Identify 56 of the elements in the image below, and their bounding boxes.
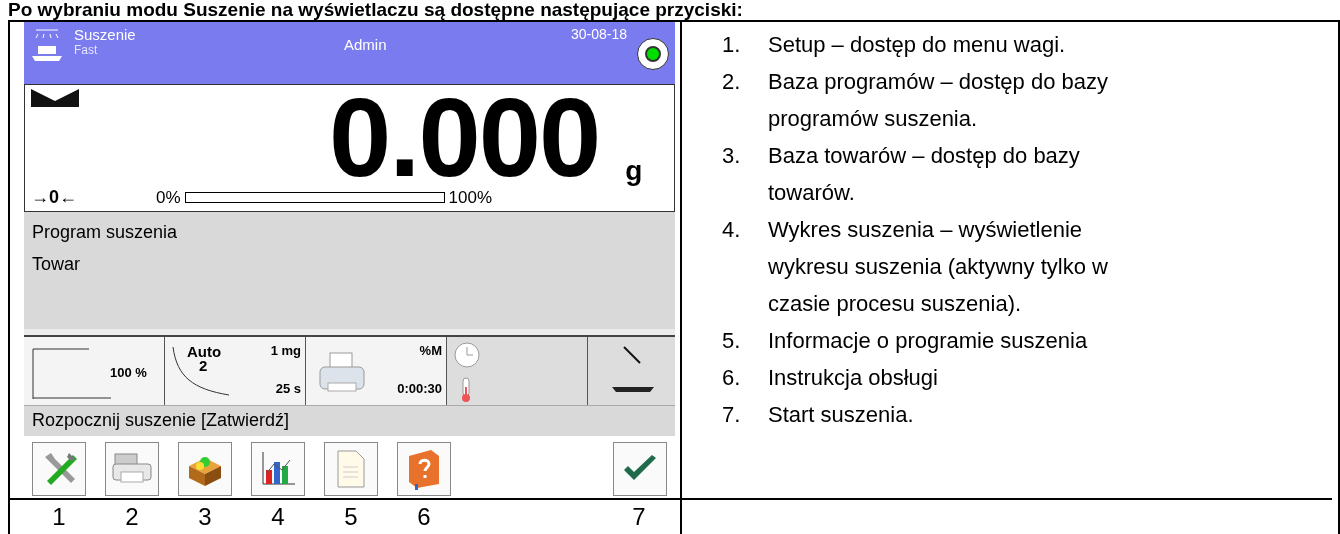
list-number: 5. [722,327,742,355]
list-number: 7. [722,401,742,429]
info-line: Program suszenia [32,221,179,245]
document-icon [336,449,366,489]
list-text: Baza programów – dostęp do bazy programów suszenia. [768,68,1109,133]
drying-balance-icon [30,26,64,64]
result-unit: %M [419,342,442,358]
list-number: 3. [722,142,742,170]
thermometer-icon [460,376,472,403]
mode-name: Suszenie [74,26,137,43]
list-text: Baza towarów – dostęp do bazy towarów. [768,142,1081,207]
date: 30-08-18 [570,26,627,42]
manual-button[interactable] [397,442,451,496]
setup-button[interactable] [32,442,86,496]
profile-name: Fast [74,43,99,57]
info-line: Towar [32,253,81,277]
list-number: 2. [722,68,742,96]
list-text: Setup – dostęp do menu wagi. [768,31,1066,59]
weight-unit: g [625,155,643,188]
list-text: Start suszenia. [768,401,914,429]
list-text: Informacje o programie suszenia [768,327,1088,355]
button-number: 5 [343,502,359,532]
start-button[interactable] [613,442,667,496]
user-name: Admin [344,36,388,53]
elapsed-time: 0:00:30 [397,380,442,396]
drying-curve-icon [171,344,231,397]
button-number: 2 [124,502,140,532]
mode-precision: 1 mg [270,342,301,358]
list-number: 1. [722,31,742,59]
status-indicator-icon [637,38,669,70]
list-text: Wykres suszenia – wyświetlenie wykresu suszenia (aktywny tylko w czasie procesu suszenia). [768,216,1109,318]
info-button[interactable] [324,442,378,496]
products-button[interactable] [178,442,232,496]
chart-button[interactable] [251,442,305,496]
status-message: Rozpocznij suszenie [Zatwierdź] [24,404,675,436]
list-number: 4. [722,216,742,244]
list-text: Instrukcja obsługi [768,364,938,392]
clock-icon [453,340,481,369]
button-number: 6 [416,502,432,532]
bar-chart-icon [259,450,297,488]
bar-max-label: 100% [448,187,493,208]
button-number: 4 [270,502,286,532]
weight-reading: 0.000 [329,89,600,188]
programs-button[interactable] [105,442,159,496]
button-number: 1 [51,502,67,532]
printer-icon [318,350,366,395]
section-heading: Po wybraniu modu Suszenie na wyświetlaczu są dostępne następujące przyciski: [7,0,744,20]
profile-percent: 100 % [110,364,147,380]
mode-time: 25 s [275,380,301,396]
stability-mark-icon [31,89,79,108]
button-number: 3 [197,502,213,532]
list-number: 6. [722,364,742,392]
zero-indicator: →0← [31,187,78,209]
button-number: 7 [631,502,647,532]
bar-min-label: 0% [156,187,181,208]
drying-profile-icon [32,346,112,399]
